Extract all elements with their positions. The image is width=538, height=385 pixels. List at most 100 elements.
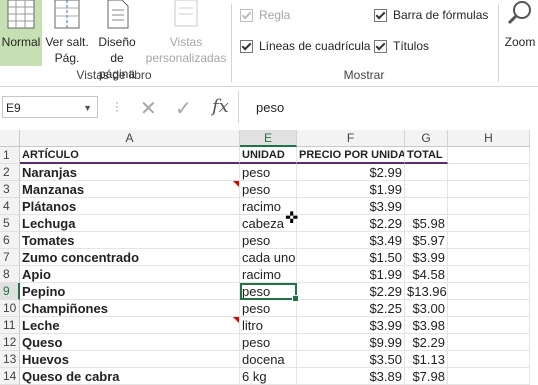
comment-indicator-icon[interactable] [233, 317, 239, 323]
table-cell[interactable]: peso [240, 232, 297, 249]
column-header-h[interactable]: H [448, 130, 530, 147]
formula-input[interactable]: peso [256, 100, 284, 115]
table-cell[interactable]: $2.29 [297, 215, 405, 232]
grid-cell[interactable] [448, 334, 530, 351]
row-header-8[interactable]: 8 [0, 266, 20, 283]
table-cell[interactable]: Naranjas [20, 164, 240, 181]
row-header-11[interactable]: 11 [0, 317, 20, 334]
table-cell[interactable]: $1.99 [297, 266, 405, 283]
table-cell[interactable]: $1.99 [297, 181, 405, 198]
grid-cell[interactable] [448, 351, 530, 368]
table-cell[interactable]: $3.98 [405, 317, 448, 334]
chevron-down-icon[interactable]: ▼ [83, 97, 92, 119]
grid-cell[interactable] [448, 215, 530, 232]
select-all-corner[interactable] [0, 130, 20, 147]
table-cell[interactable]: $3.99 [405, 249, 448, 266]
row-header-6[interactable]: 6 [0, 232, 20, 249]
table-cell[interactable]: docena [240, 351, 297, 368]
table-cell[interactable]: $2.99 [297, 164, 405, 181]
table-cell[interactable]: $3.99 [297, 317, 405, 334]
table-cell[interactable]: peso [240, 164, 297, 181]
table-header-cell[interactable]: UNIDAD [240, 147, 297, 164]
gridlines-checkbox[interactable]: Líneas de cuadrícula [240, 37, 370, 55]
table-cell[interactable]: Huevos [20, 351, 240, 368]
table-cell[interactable]: cada uno [240, 249, 297, 266]
row-header-13[interactable]: 13 [0, 351, 20, 368]
column-header-f[interactable]: F [297, 130, 405, 147]
table-cell[interactable]: Tomates [20, 232, 240, 249]
row-header-9[interactable]: 9 [0, 283, 20, 300]
column-header-a[interactable]: A [20, 130, 240, 147]
table-cell[interactable]: $13.96 [405, 283, 448, 300]
table-cell[interactable]: peso [240, 181, 297, 198]
row-header-5[interactable]: 5 [0, 215, 20, 232]
grid-cell[interactable] [448, 317, 530, 334]
table-cell[interactable]: peso [240, 300, 297, 317]
table-header-cell[interactable]: ARTÍCULO [20, 147, 240, 164]
spreadsheet-grid[interactable]: A E F G H 1 2 3 4 5 6 7 8 9 10 11 12 13 14 ARTÍCULO UNIDAD PR… [0, 130, 538, 385]
table-cell[interactable]: Zumo concentrado [20, 249, 240, 266]
table-cell[interactable]: 6 kg [240, 368, 297, 385]
table-cell[interactable]: $2.25 [297, 300, 405, 317]
grid-cell[interactable] [448, 266, 530, 283]
zoom-button[interactable]: Zoom [502, 0, 538, 66]
table-header-cell[interactable]: PRECIO POR UNIDAD [297, 147, 405, 164]
table-header-cell[interactable]: TOTAL [405, 147, 448, 164]
table-cell[interactable]: litro [240, 317, 297, 334]
table-cell[interactable]: Queso [20, 334, 240, 351]
grid-cell[interactable] [448, 300, 530, 317]
table-cell[interactable]: Lechuga [20, 215, 240, 232]
grid-cell[interactable] [448, 147, 530, 164]
grid-cell[interactable] [448, 249, 530, 266]
table-cell[interactable]: peso [240, 283, 297, 300]
table-cell[interactable]: $5.98 [405, 215, 448, 232]
table-cell[interactable]: $2.29 [405, 334, 448, 351]
row-header-3[interactable]: 3 [0, 181, 20, 198]
column-header-g[interactable]: G [405, 130, 448, 147]
grid-cell[interactable] [448, 283, 530, 300]
table-cell[interactable]: $4.58 [405, 266, 448, 283]
table-cell[interactable] [405, 164, 448, 181]
table-cell[interactable]: peso [240, 334, 297, 351]
comment-indicator-icon[interactable] [233, 181, 239, 187]
formula-bar-checkbox[interactable]: Barra de fórmulas [374, 6, 488, 24]
grid-cell[interactable] [448, 232, 530, 249]
grid-cell[interactable] [448, 198, 530, 215]
insert-function-icon[interactable]: fx [212, 96, 229, 117]
grid-cell[interactable] [448, 368, 530, 385]
table-cell[interactable]: Plátanos [20, 198, 240, 215]
row-header-12[interactable]: 12 [0, 334, 20, 351]
table-cell[interactable]: $1.50 [297, 249, 405, 266]
ruler-checkbox[interactable]: Regla [240, 6, 290, 24]
table-cell[interactable]: $3.89 [297, 368, 405, 385]
name-box[interactable]: E9 ▼ [2, 96, 98, 118]
page-break-view-button[interactable]: Ver salt. Pág. [44, 0, 90, 66]
row-header-2[interactable]: 2 [0, 164, 20, 181]
table-cell[interactable] [405, 198, 448, 215]
row-header-1[interactable]: 1 [0, 147, 20, 164]
table-cell[interactable]: Leche [20, 317, 240, 334]
table-cell[interactable] [405, 181, 448, 198]
table-cell[interactable]: Manzanas [20, 181, 240, 198]
table-cell[interactable]: $3.99 [297, 198, 405, 215]
table-cell[interactable]: racimo [240, 266, 297, 283]
headings-checkbox[interactable]: Títulos [374, 37, 429, 55]
table-cell[interactable]: $3.00 [405, 300, 448, 317]
table-cell[interactable]: $2.29 [297, 283, 405, 300]
table-cell[interactable]: $3.49 [297, 232, 405, 249]
table-cell[interactable]: Apio [20, 266, 240, 283]
table-cell[interactable]: $1.13 [405, 351, 448, 368]
row-header-7[interactable]: 7 [0, 249, 20, 266]
grid-cell[interactable] [448, 181, 530, 198]
table-cell[interactable]: $3.50 [297, 351, 405, 368]
row-header-14[interactable]: 14 [0, 368, 20, 385]
enter-check-icon[interactable]: ✓ [175, 96, 192, 121]
table-cell[interactable]: Champiñones [20, 300, 240, 317]
page-layout-view-button[interactable]: Diseño de página [92, 0, 142, 81]
table-cell[interactable]: $5.97 [405, 232, 448, 249]
column-header-e[interactable]: E [240, 130, 297, 147]
table-cell[interactable]: Pepino [20, 283, 240, 300]
normal-view-button[interactable]: Normal [0, 0, 42, 66]
custom-views-button[interactable]: Vistas personalizadas [144, 0, 228, 66]
table-cell[interactable]: $9.99 [297, 334, 405, 351]
